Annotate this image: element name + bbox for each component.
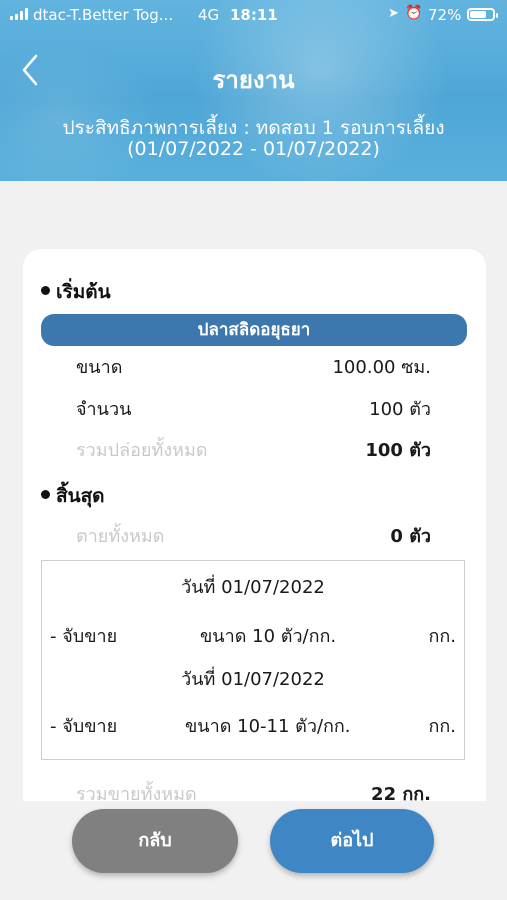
end-heading-text: สิ้นสุด [56, 485, 105, 507]
sale-date: วันที่ 01/07/2022 [181, 577, 325, 598]
dead-label: ตายทั้งหมด [76, 526, 165, 547]
total-sold-value: 22 กก. [371, 784, 431, 801]
sale-unit: กก. [428, 716, 456, 737]
sale-unit: กก. [428, 626, 456, 647]
sale-label: - จับขาย [50, 626, 118, 647]
size-value: 100.00 ซม. [332, 357, 431, 378]
species-name-bar: ปลาสลิดอยุธยา [41, 314, 467, 346]
start-section-heading: เริ่มต้น [41, 277, 111, 307]
report-date-range: (01/07/2022 - 01/07/2022) [127, 138, 380, 160]
bullet-icon [41, 490, 50, 499]
sale-date: วันที่ 01/07/2022 [181, 669, 325, 690]
battery-icon [467, 8, 498, 21]
total-release-label: รวมปล่อยทั้งหมด [76, 440, 208, 461]
report-card: เริ่มต้น ปลาสลิดอยุธยา ขนาด 100.00 ซม. จ… [23, 249, 486, 801]
signal-icon [10, 8, 28, 20]
start-heading-text: เริ่มต้น [56, 281, 111, 303]
location-arrow-icon: ➤ [388, 6, 399, 21]
carrier-name: dtac-T.Better Tog... [33, 6, 174, 24]
clock: 18:11 [230, 6, 278, 24]
next-button[interactable]: ต่อไป [270, 809, 434, 873]
back-button[interactable]: กลับ [72, 809, 238, 873]
total-sold-label: รวมขายทั้งหมด [76, 784, 197, 801]
count-value: 100 ตัว [369, 399, 431, 420]
sale-size: ขนาด 10 ตัว/กก. [200, 626, 337, 647]
battery-percentage: 72% [428, 6, 462, 24]
end-section-heading: สิ้นสุด [41, 481, 105, 511]
sale-size: ขนาด 10-11 ตัว/กก. [185, 716, 351, 737]
count-label: จำนวน [76, 399, 132, 420]
network-type: 4G [198, 6, 220, 24]
status-bar: dtac-T.Better Tog... 4G 18:11 ➤ ⏰ 72% [0, 0, 507, 32]
sales-list: วันที่ 01/07/2022 - จับขาย ขนาด 10 ตัว/ก… [41, 560, 465, 760]
dead-value: 0 ตัว [390, 526, 431, 547]
total-release-value: 100 ตัว [365, 440, 431, 461]
sale-label: - จับขาย [50, 716, 118, 737]
alarm-icon: ⏰ [405, 5, 423, 21]
size-label: ขนาด [76, 357, 123, 378]
battery-level-fill [470, 11, 486, 18]
page-title: รายงาน [212, 66, 295, 94]
header: dtac-T.Better Tog... 4G 18:11 ➤ ⏰ 72% รา… [0, 0, 507, 181]
bullet-icon [41, 286, 50, 295]
